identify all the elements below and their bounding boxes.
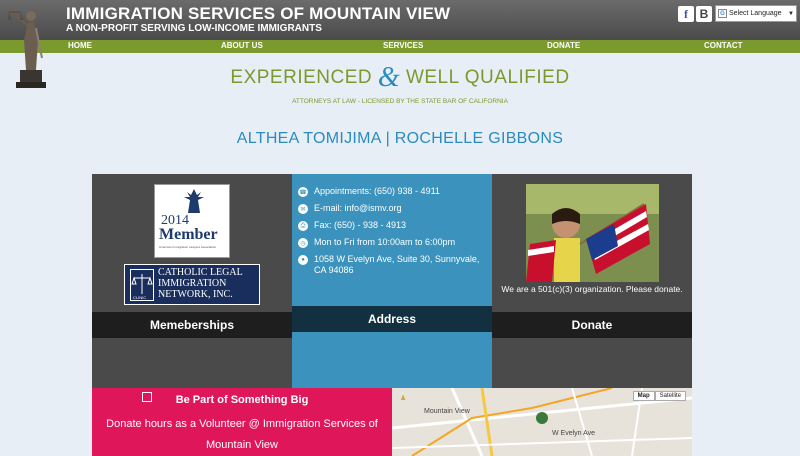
language-select-label: Select Language xyxy=(729,10,782,17)
scales-icon: CLINIC xyxy=(130,269,154,301)
aila-member-badge[interactable]: 2014 Member American Immigration Lawyers… xyxy=(154,184,230,258)
contact-fax: ⎙ Fax: (650) - 938 - 4913 xyxy=(298,220,479,231)
tagline: EXPERIENCED & WELL QUALIFIED xyxy=(0,62,800,94)
donate-text: We are a 501(c)(3) organization. Please … xyxy=(501,284,683,294)
google-translate-icon: G xyxy=(718,9,727,18)
volunteer-text: Donate hours as a Volunteer @ Immigratio… xyxy=(106,418,378,451)
street-address: 1058 W Evelyn Ave, Suite 30, Sunnyvale, C… xyxy=(314,254,479,276)
blogger-icon[interactable]: B xyxy=(696,6,712,22)
map-button[interactable]: Map xyxy=(632,391,655,401)
contact-address: ● 1058 W Evelyn Ave, Suite 30, Sunnyvale… xyxy=(298,254,479,276)
facebook-icon[interactable]: f xyxy=(678,6,694,22)
hours-text: Mon to Fri from 10:00am to 6:00pm xyxy=(314,237,456,247)
volunteer-heading: Be Part of Something Big xyxy=(175,394,309,406)
site-subtitle: A NON-PROFIT SERVING LOW-INCOME IMMIGRAN… xyxy=(66,23,322,34)
contact-email: ✉ E-mail: info@ismv.org xyxy=(298,203,479,214)
donate-panel: We are a 501(c)(3) organization. Please … xyxy=(492,174,692,388)
tagline-left: EXPERIENCED xyxy=(230,67,373,88)
clinic-logo[interactable]: CLINIC CATHOLIC LEGAL IMMIGRATION NETWOR… xyxy=(124,264,260,305)
address-street: 1058 W Evelyn Ave, Suite 30, Sunnyvale, xyxy=(314,254,480,264)
fax-text: Fax: (650) - 938 - 4913 xyxy=(314,220,407,230)
map-label-street: W Evelyn Ave xyxy=(552,430,596,437)
social-links: f B xyxy=(678,6,712,22)
child-with-flag-photo[interactable] xyxy=(526,184,659,282)
appointments-text: Appointments: (650) 938 - 4911 xyxy=(314,186,440,196)
clock-icon: ◷ xyxy=(298,238,308,248)
tagline-right: WELL QUALIFIED xyxy=(405,67,570,88)
memberships-panel: 2014 Member American Immigration Lawyers… xyxy=(92,174,292,388)
satellite-button[interactable]: Satellite xyxy=(654,391,686,401)
attorney-names: ALTHEA TOMIJIMA | ROCHELLE GIBBONS xyxy=(236,130,564,147)
contact-list: ☎ Appointments: (650) 938 - 4911 ✉ E-mai… xyxy=(298,186,479,282)
badge-word: Member xyxy=(159,226,218,243)
main-nav: HOME ABOUT US SERVICES DONATE CONTACT xyxy=(0,40,800,53)
memberships-bar[interactable]: Memeberships xyxy=(92,312,292,338)
email-icon: ✉ xyxy=(298,204,308,214)
address-city: CA 94086 xyxy=(314,265,354,275)
nav-contact[interactable]: CONTACT xyxy=(704,41,743,50)
address-panel: ☎ Appointments: (650) 938 - 4911 ✉ E-mai… xyxy=(292,174,492,388)
volunteer-banner[interactable]: Be Part of Something Big Donate hours as… xyxy=(92,388,392,456)
location-map[interactable]: ♟ Mountain View W Evelyn Ave Map Satelli… xyxy=(392,388,692,456)
site-title[interactable]: IMMIGRATION SERVICES OF MOUNTAIN VIEW xyxy=(66,4,450,24)
fax-icon: ⎙ xyxy=(298,221,308,231)
statue-of-liberty-icon xyxy=(184,189,204,213)
email-text[interactable]: E-mail: info@ismv.org xyxy=(314,203,402,213)
licensed-text: ATTORNEYS AT LAW - LICENSED BY THE STATE… xyxy=(292,98,508,105)
address-bar[interactable]: Address xyxy=(292,306,492,332)
nav-services[interactable]: SERVICES xyxy=(383,41,423,50)
site-header: IMMIGRATION SERVICES OF MOUNTAIN VIEW A … xyxy=(0,0,800,40)
svg-text:CLINIC: CLINIC xyxy=(133,295,146,300)
nav-home[interactable]: HOME xyxy=(68,41,92,50)
map-label-city: Mountain View xyxy=(424,408,470,415)
pegman-icon[interactable]: ♟ xyxy=(400,394,406,402)
lady-justice-logo[interactable] xyxy=(8,0,54,88)
map-type-toggle: Map Satellite xyxy=(632,391,686,401)
nav-donate[interactable]: DONATE xyxy=(547,41,580,50)
nav-about-us[interactable]: ABOUT US xyxy=(221,41,263,50)
phone-icon: ☎ xyxy=(298,187,308,197)
clinic-logo-text: CATHOLIC LEGAL IMMIGRATION NETWORK, INC. xyxy=(158,267,243,300)
language-select[interactable]: G Select Language ▼ xyxy=(715,5,797,22)
chevron-down-icon: ▼ xyxy=(788,10,794,17)
contact-appointments: ☎ Appointments: (650) 938 - 4911 xyxy=(298,186,479,197)
donate-bar[interactable]: Donate xyxy=(492,312,692,338)
location-pin-icon: ● xyxy=(298,255,308,265)
tagline-ampersand: & xyxy=(377,62,401,93)
badge-org: American Immigration Lawyers Association xyxy=(159,245,217,249)
contact-hours: ◷ Mon to Fri from 10:00am to 6:00pm xyxy=(298,237,479,248)
